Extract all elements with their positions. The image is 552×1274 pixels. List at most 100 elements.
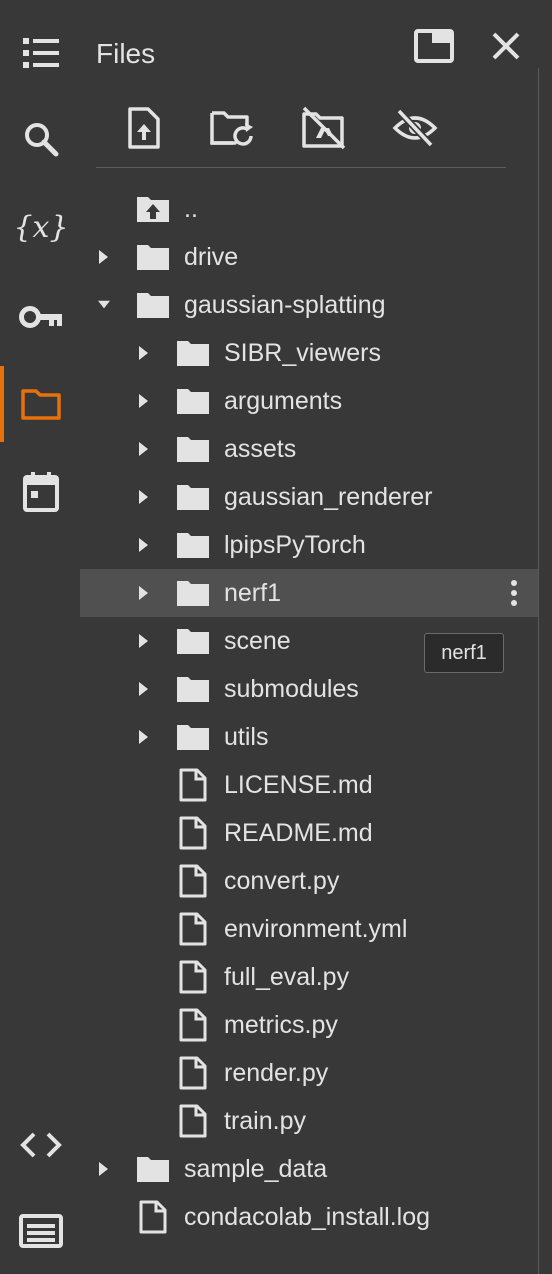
folder-icon-wrap [176,672,210,706]
expand-toggle[interactable] [138,730,150,744]
calendar-icon [23,472,59,512]
file-icon-wrap [176,864,210,898]
expand-toggle[interactable] [138,346,150,360]
file-row[interactable]: full_eval.py [80,953,538,1001]
tree-item-label: assets [224,434,297,463]
expand-toggle[interactable] [98,298,110,312]
file-icon-wrap [136,1200,170,1234]
folder-row[interactable]: SIBR_viewers [80,329,538,377]
tree-item-label: SIBR_viewers [224,338,381,367]
tree-item-label: lpipsPyTorch [224,530,366,559]
terminal-button[interactable] [18,1208,64,1254]
search-button[interactable] [18,116,64,162]
file-row[interactable]: README.md [80,809,538,857]
upload-button[interactable] [118,102,170,154]
expand-toggle[interactable] [138,634,150,648]
tree-item-label: utils [224,722,269,751]
file-icon [179,1104,207,1138]
table-of-contents-button[interactable] [18,30,64,76]
file-row[interactable]: render.py [80,1049,538,1097]
expand-toggle[interactable] [98,1162,110,1176]
chevron-right-icon [139,394,148,408]
tree-item-label: scene [224,626,291,655]
calendar-button[interactable] [18,469,64,515]
folder-icon-wrap [176,528,210,562]
refresh-folder-icon [210,111,253,146]
close-panel-button[interactable] [486,26,526,66]
expand-toggle[interactable] [138,538,150,552]
expand-toggle[interactable] [98,250,110,264]
folder-icon [137,293,169,318]
folder-row[interactable]: drive [80,233,538,281]
file-row[interactable]: environment.yml [80,905,538,953]
file-icon [179,912,207,946]
folder-icon-wrap [176,480,210,514]
file-row[interactable]: metrics.py [80,1001,538,1049]
parent-directory-row[interactable]: .. [80,185,538,233]
folder-icon [137,1157,169,1182]
folder-icon [137,245,169,270]
toolbar-divider [96,167,506,168]
expand-toggle[interactable] [138,394,150,408]
secrets-button[interactable] [18,294,64,340]
folder-icon-wrap [136,1152,170,1186]
folder-icon [177,581,209,606]
refresh-button[interactable] [206,102,258,154]
tree-item-label: convert.py [224,866,340,895]
folder-row[interactable]: utils [80,713,538,761]
file-icon-wrap [176,768,210,802]
table-of-contents-icon [23,38,59,68]
chevron-right-icon [139,586,148,600]
hide-hidden-files-icon [392,108,438,148]
open-in-tab-button[interactable] [412,26,456,66]
file-icon-wrap [176,1104,210,1138]
tree-item-label: LICENSE.md [224,770,373,799]
parent-directory-label: .. [184,194,198,223]
chevron-right-icon [99,250,108,264]
file-row[interactable]: LICENSE.md [80,761,538,809]
file-icon-wrap [176,816,210,850]
folder-row[interactable]: gaussian_renderer [80,473,538,521]
close-icon [492,32,520,60]
folder-icon [177,485,209,510]
folder-row[interactable]: assets [80,425,538,473]
variables-button[interactable]: {x} [13,204,68,250]
more-options-button[interactable] [502,573,526,613]
more-vert-icon [511,580,517,606]
folder-row[interactable]: arguments [80,377,538,425]
tree-item-label: drive [184,242,239,271]
folder-row[interactable]: lpipsPyTorch [80,521,538,569]
file-icon-wrap [176,1056,210,1090]
file-row[interactable]: convert.py [80,857,538,905]
file-row[interactable]: train.py [80,1097,538,1145]
expand-toggle[interactable] [138,682,150,696]
folder-row[interactable]: gaussian-splatting [80,281,538,329]
folder-row[interactable]: nerf1 [80,569,538,617]
panel-border [538,68,539,1274]
terminal-icon [19,1214,63,1248]
folder-icon [177,437,209,462]
file-icon [179,816,207,850]
folder-icon [177,533,209,558]
expand-toggle[interactable] [138,490,150,504]
expand-toggle[interactable] [138,442,150,456]
folder-icon [177,389,209,414]
unmount-drive-button[interactable] [297,102,349,154]
files-button[interactable] [18,381,64,427]
file-icon-wrap [176,960,210,994]
code-snippets-button[interactable] [18,1122,64,1168]
file-row[interactable]: condacolab_install.log [80,1193,538,1241]
tree-item-label: train.py [224,1106,306,1135]
tree-item-label: nerf1 [224,578,281,607]
folder-icon-wrap [136,288,170,322]
folder-icon [177,341,209,366]
expand-toggle[interactable] [138,586,150,600]
chevron-right-icon [139,682,148,696]
panel-title: Files [96,38,156,69]
toggle-hidden-files-button[interactable] [389,102,441,154]
folder-row[interactable]: sample_data [80,1145,538,1193]
upload-file-icon [128,107,160,149]
folder-icon-wrap [176,336,210,370]
folder-icon-wrap [176,576,210,610]
left-icon-rail: {x} [0,0,80,1274]
